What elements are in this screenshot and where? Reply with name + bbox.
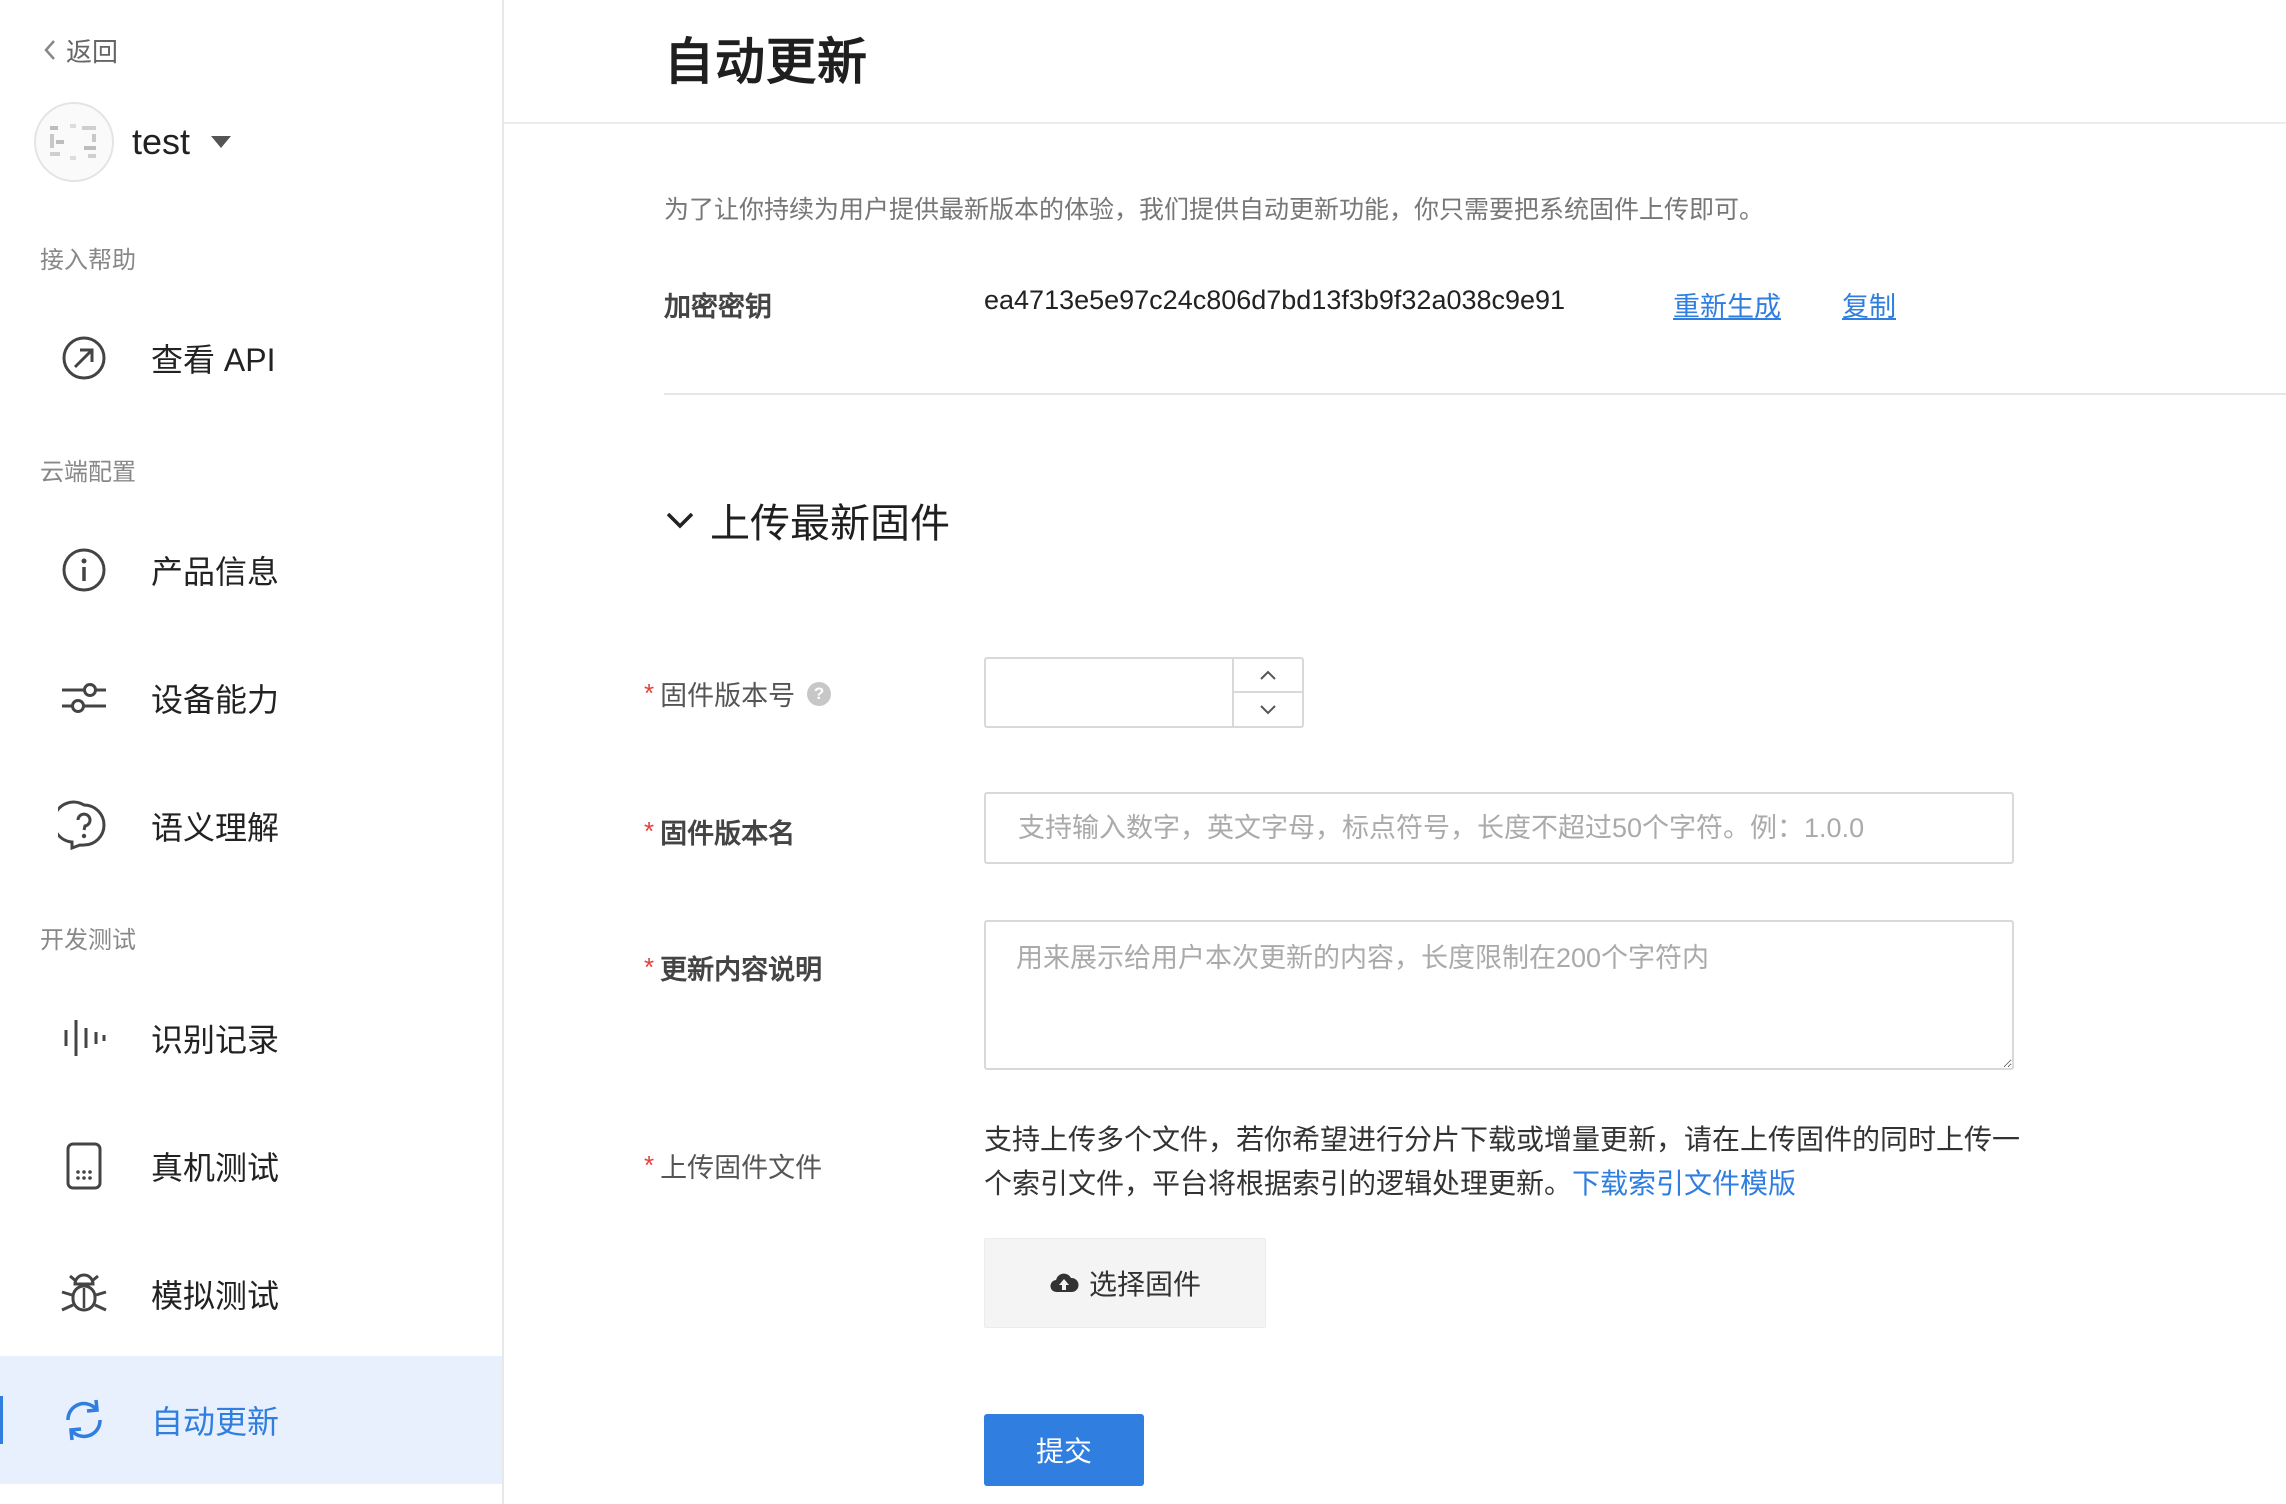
sidebar-item-label: 设备能力 bbox=[151, 682, 280, 718]
page-title: 自动更新 bbox=[664, 34, 868, 90]
required-mark: * bbox=[644, 1150, 655, 1180]
device-icon bbox=[66, 1142, 102, 1190]
upload-description-text: 支持上传多个文件，若你希望进行分片下载或增量更新，请在上传固件的同时上传一个索引… bbox=[984, 1124, 2021, 1199]
sidebar-item-product-info[interactable]: 产品信息 bbox=[0, 506, 502, 634]
chevron-up-icon bbox=[1260, 670, 1276, 680]
version-name-label: * 固件版本名 bbox=[644, 812, 795, 851]
required-mark: * bbox=[644, 816, 655, 846]
label-text: 上传固件文件 bbox=[660, 1153, 823, 1183]
cloud-upload-icon bbox=[1050, 1273, 1079, 1293]
regenerate-key-link[interactable]: 重新生成 bbox=[1673, 285, 1781, 324]
sidebar-item-label: 语义理解 bbox=[151, 810, 280, 846]
content-divider bbox=[664, 393, 2286, 395]
profile-name: test bbox=[132, 121, 191, 162]
version-code-input[interactable] bbox=[986, 659, 1232, 726]
back-button[interactable]: 返回 bbox=[40, 30, 118, 70]
sidebar-item-auto-update[interactable]: 自动更新 bbox=[0, 1356, 502, 1484]
arrow-circle-icon bbox=[62, 336, 106, 380]
help-icon[interactable]: ? bbox=[807, 681, 832, 706]
encryption-key-label: 加密密钥 bbox=[664, 292, 772, 322]
label-text: 固件版本名 bbox=[660, 819, 796, 849]
intro-text: 为了让你持续为用户提供最新版本的体验，我们提供自动更新功能，你只需要把系统固件上… bbox=[664, 196, 1765, 224]
section-label-access-help: 接入帮助 bbox=[40, 247, 136, 274]
version-code-stepper bbox=[984, 657, 1304, 728]
sidebar-item-label: 查看 API bbox=[151, 342, 276, 378]
back-label: 返回 bbox=[66, 36, 119, 67]
header-divider bbox=[504, 122, 2286, 124]
sidebar-item-label: 真机测试 bbox=[151, 1150, 280, 1186]
sidebar-item-label: 自动更新 bbox=[151, 1404, 280, 1440]
label-text: 更新内容说明 bbox=[660, 955, 823, 985]
chevron-down-icon bbox=[666, 512, 694, 529]
decrement-button[interactable] bbox=[1234, 693, 1302, 726]
sliders-icon bbox=[62, 683, 106, 713]
required-mark: * bbox=[644, 678, 655, 708]
choose-firmware-button[interactable]: 选择固件 bbox=[984, 1238, 1266, 1328]
choose-firmware-label: 选择固件 bbox=[1088, 1269, 1201, 1300]
upload-file-label: * 上传固件文件 bbox=[644, 1146, 822, 1185]
encryption-key-value: ea4713e5e97c24c806d7bd13f3b9f32a038c9e91 bbox=[984, 285, 1566, 315]
section-title: 上传最新固件 bbox=[710, 502, 950, 546]
sidebar: 返回 test 接入帮助 查看 API 云端配置 产品信息 设备能力 语义理解 … bbox=[0, 0, 504, 1504]
sidebar-item-label: 识别记录 bbox=[151, 1022, 280, 1058]
sidebar-item-semantic-understanding[interactable]: 语义理解 bbox=[0, 762, 502, 890]
active-indicator bbox=[0, 1396, 3, 1444]
copy-key-link[interactable]: 复制 bbox=[1842, 285, 1896, 324]
sidebar-item-device-capability[interactable]: 设备能力 bbox=[0, 634, 502, 762]
required-mark: * bbox=[644, 952, 655, 982]
version-code-label: * 固件版本号 ? bbox=[644, 674, 832, 713]
sidebar-item-view-api[interactable]: 查看 API bbox=[0, 294, 502, 422]
upload-description: 支持上传多个文件，若你希望进行分片下载或增量更新，请在上传固件的同时上传一个索引… bbox=[984, 1118, 2044, 1206]
download-template-link[interactable]: 下载索引文件模版 bbox=[1572, 1168, 1796, 1199]
chevron-down-icon bbox=[1260, 704, 1276, 714]
sidebar-item-label: 产品信息 bbox=[151, 554, 280, 590]
upload-section-toggle[interactable]: 上传最新固件 bbox=[664, 492, 950, 548]
sidebar-item-simulation-test[interactable]: 模拟测试 bbox=[0, 1230, 502, 1358]
section-label-cloud-config: 云端配置 bbox=[40, 459, 136, 486]
refresh-icon bbox=[66, 1399, 102, 1441]
sidebar-item-label: 模拟测试 bbox=[151, 1278, 280, 1314]
changelog-label: * 更新内容说明 bbox=[644, 948, 822, 987]
submit-button[interactable]: 提交 bbox=[984, 1414, 1144, 1486]
bug-icon bbox=[61, 1273, 107, 1312]
info-icon bbox=[62, 548, 106, 592]
stepper-buttons bbox=[1232, 659, 1302, 726]
increment-button[interactable] bbox=[1234, 659, 1302, 693]
sidebar-item-recognition-log[interactable]: 识别记录 bbox=[0, 974, 502, 1102]
main-content: 自动更新 为了让你持续为用户提供最新版本的体验，我们提供自动更新功能，你只需要把… bbox=[504, 0, 2286, 1504]
voice-wave-icon bbox=[64, 1020, 106, 1056]
label-text: 固件版本号 bbox=[660, 681, 796, 711]
placeholder-avatar-icon bbox=[50, 124, 96, 160]
app-window: 返回 test 接入帮助 查看 API 云端配置 产品信息 设备能力 语义理解 … bbox=[0, 0, 2286, 1504]
avatar bbox=[34, 102, 114, 182]
section-label-dev-test: 开发测试 bbox=[40, 927, 136, 954]
profile-switcher[interactable]: test bbox=[34, 100, 232, 184]
sidebar-item-device-test[interactable]: 真机测试 bbox=[0, 1102, 502, 1230]
changelog-textarea[interactable] bbox=[984, 920, 2014, 1070]
caret-down-icon bbox=[211, 136, 232, 148]
question-bubble-icon bbox=[58, 800, 106, 851]
chevron-left-icon bbox=[44, 40, 55, 60]
version-name-input[interactable] bbox=[984, 792, 2014, 864]
